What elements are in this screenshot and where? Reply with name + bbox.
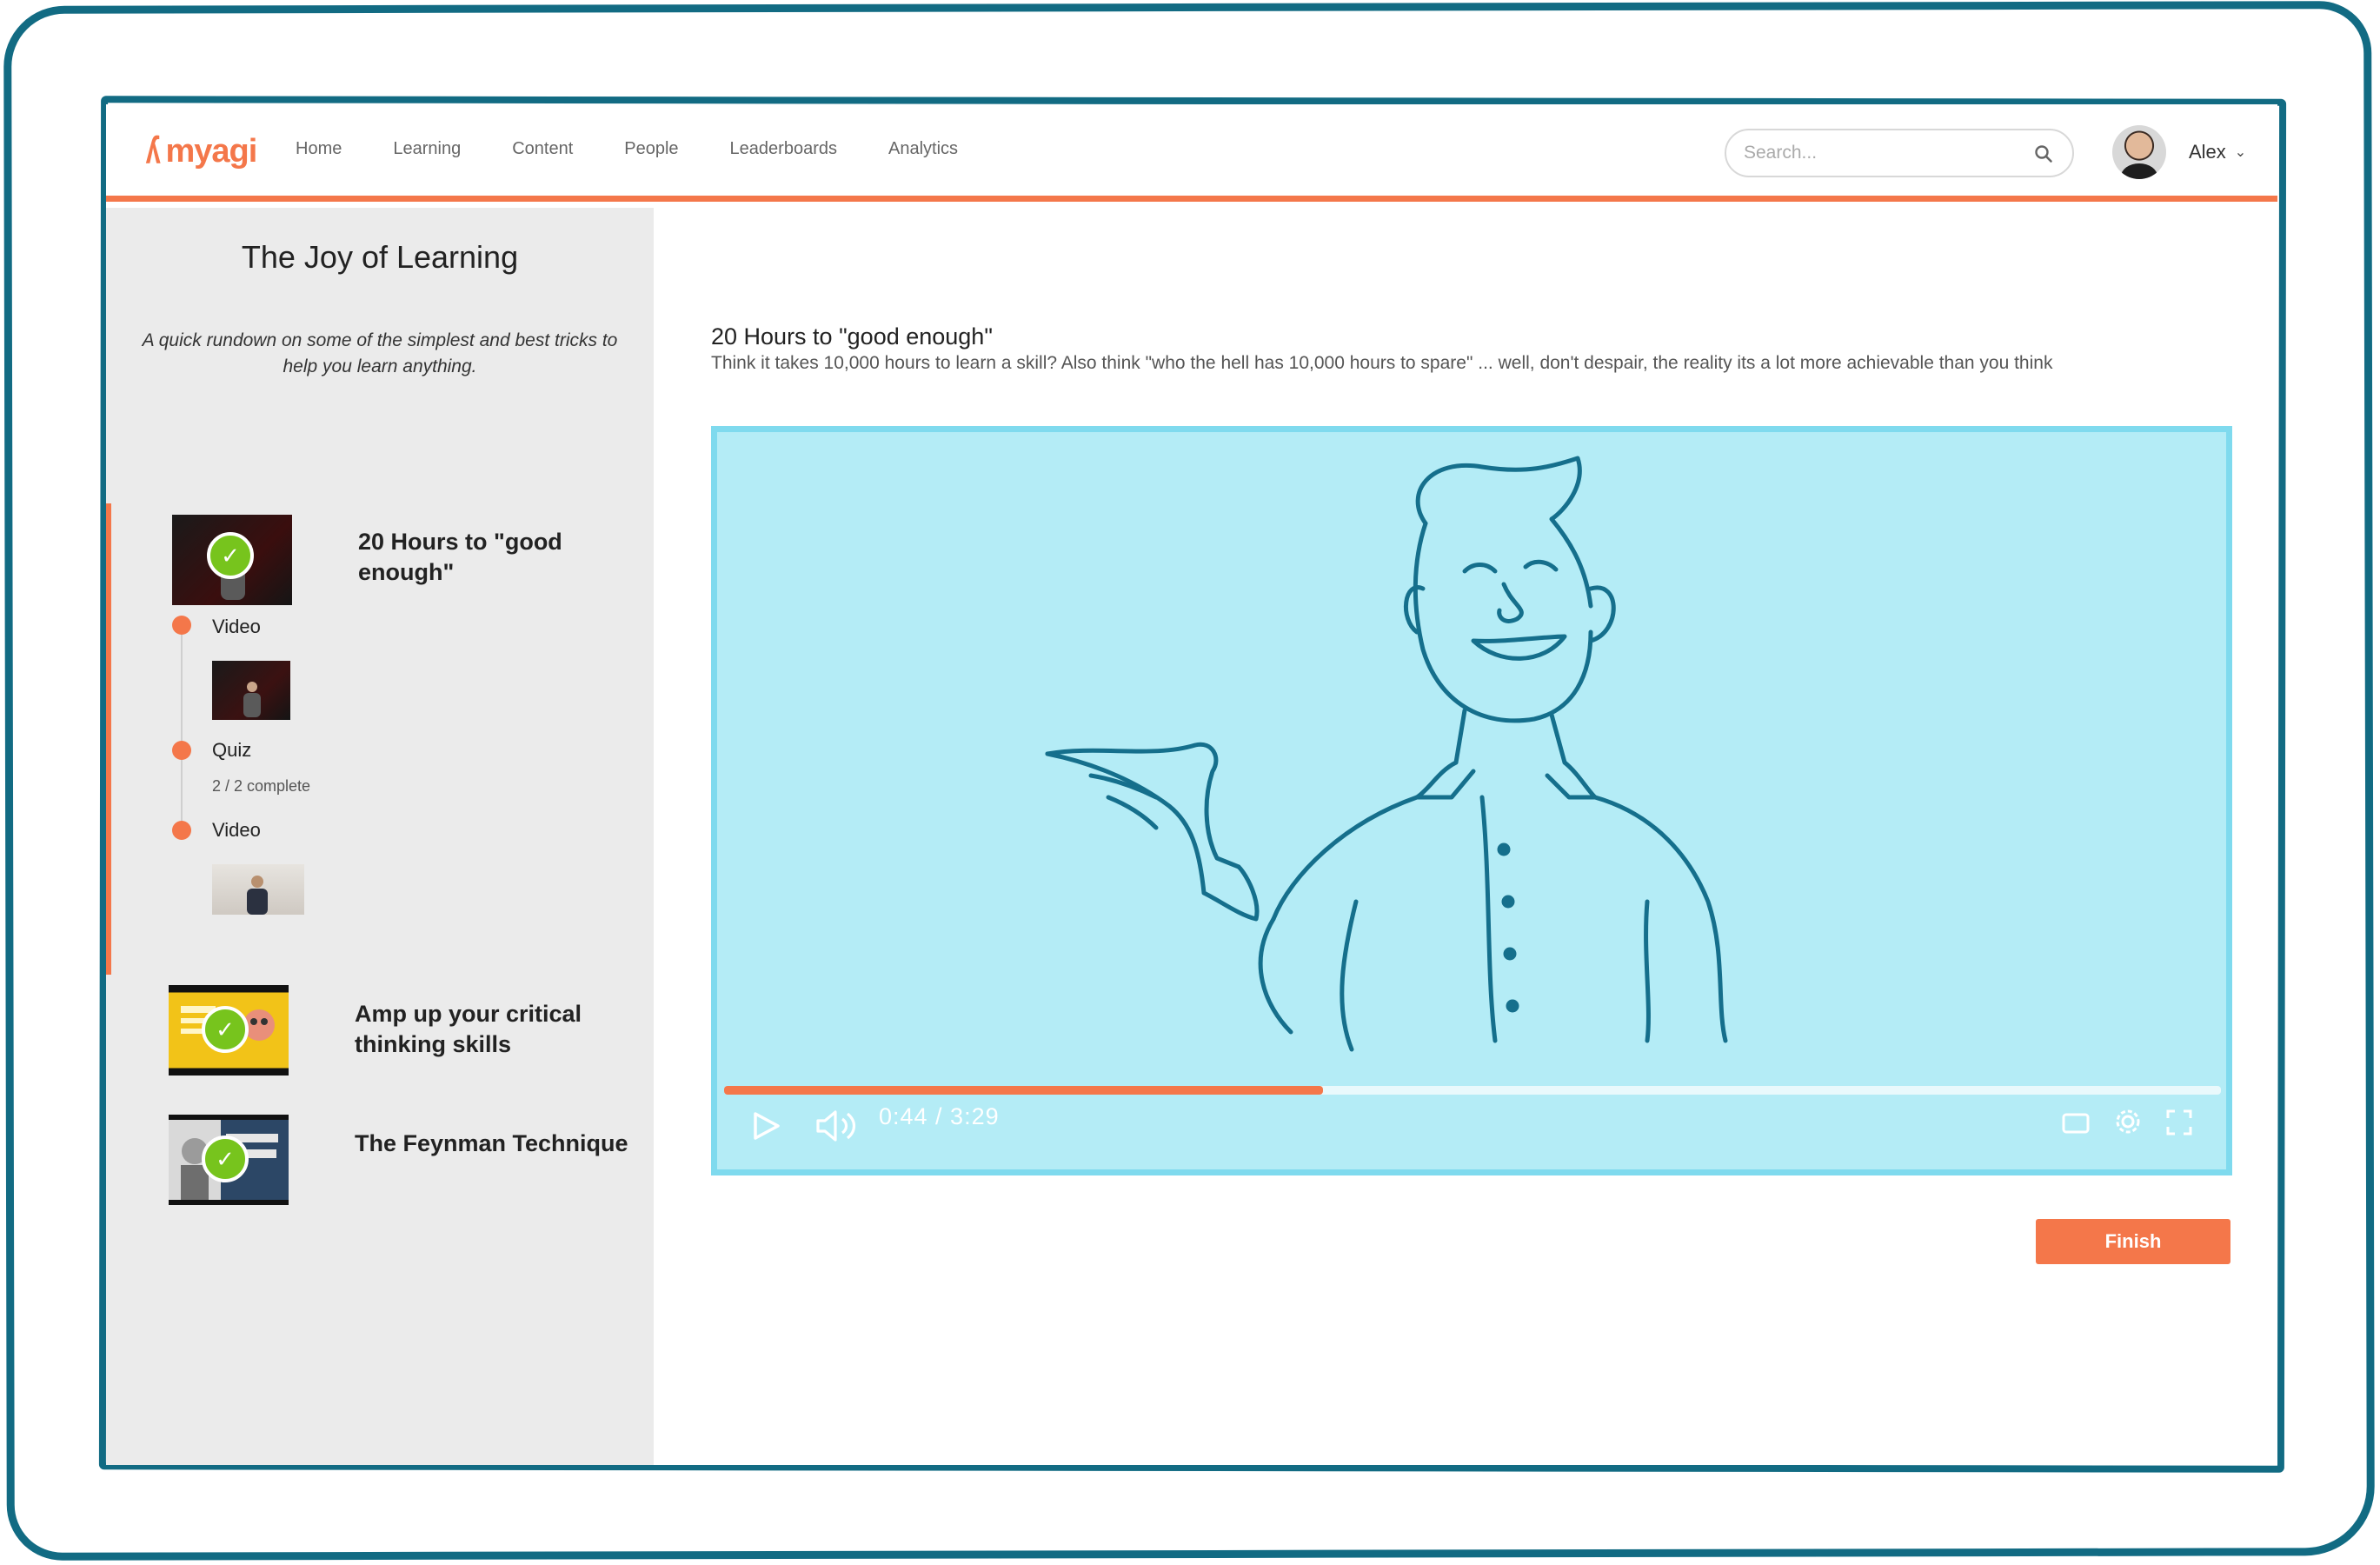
presenter-image-icon <box>247 876 268 915</box>
module-title: 20 Hours to "good enough" <box>358 529 562 585</box>
completed-check-icon: ✓ <box>202 1006 249 1053</box>
nav-item-content[interactable]: Content <box>512 139 573 159</box>
nav-item-learning[interactable]: Learning <box>393 139 461 159</box>
myagi-logo[interactable]: ʎ myagi <box>143 127 258 176</box>
finish-button[interactable]: Finish <box>2036 1219 2230 1264</box>
myagi-logo-icon: ʎ <box>145 130 161 172</box>
video-progress-fill <box>724 1086 1323 1095</box>
course-sidebar: The Joy of Learning A quick rundown on s… <box>106 208 654 1465</box>
module-title: The Feynman Technique <box>355 1130 628 1156</box>
app-window: ʎ myagi Home Learning Content People Lea… <box>106 104 2277 1465</box>
user-name: Alex <box>2189 141 2226 163</box>
completed-check-icon: ✓ <box>202 1135 249 1182</box>
course-description: A quick rundown on some of the simplest … <box>142 330 618 376</box>
search-input[interactable] <box>1744 139 2022 167</box>
speaker-image-icon <box>243 682 261 717</box>
main-nav: Home Learning Content People Leaderboard… <box>296 139 1009 159</box>
step-dot <box>172 616 191 635</box>
user-menu[interactable]: Alex ⌄ <box>2112 123 2246 181</box>
search-box <box>1725 129 2074 177</box>
lesson-title: 20 Hours to "good enough" <box>711 323 993 350</box>
module-title: Amp up your critical thinking skills <box>355 1001 582 1057</box>
lesson-description: Think it takes 10,000 hours to learn a s… <box>711 353 2053 373</box>
logo-text: myagi <box>165 132 257 170</box>
nav-item-home[interactable]: Home <box>296 139 342 159</box>
quiz-progress: 2 / 2 complete <box>212 777 311 795</box>
step-label-video[interactable]: Video <box>212 819 261 842</box>
completed-check-icon: ✓ <box>207 532 254 579</box>
search-icon[interactable] <box>2034 144 2053 163</box>
fullscreen-icon[interactable] <box>2165 1109 2193 1136</box>
step-thumbnail[interactable] <box>212 864 304 915</box>
settings-gear-icon[interactable] <box>2113 1107 2143 1136</box>
step-dot <box>172 741 191 760</box>
step-label-quiz[interactable]: Quiz <box>212 739 251 762</box>
step-label-video[interactable]: Video <box>212 616 261 638</box>
avatar <box>2112 125 2166 179</box>
step-thumbnail[interactable] <box>212 661 290 720</box>
video-time-display: 0:44 / 3:29 <box>879 1103 1000 1129</box>
video-frame-illustration <box>1045 456 1728 1052</box>
chevron-down-icon: ⌄ <box>2234 145 2247 160</box>
active-module-indicator <box>106 503 111 975</box>
course-title: The Joy of Learning <box>241 239 519 275</box>
volume-icon[interactable] <box>814 1109 858 1143</box>
captions-icon[interactable] <box>2061 1110 2091 1136</box>
nav-item-leaderboards[interactable]: Leaderboards <box>730 139 837 159</box>
top-navigation-bar: ʎ myagi Home Learning Content People Lea… <box>106 104 2277 202</box>
timeline-line <box>181 628 183 836</box>
nav-item-analytics[interactable]: Analytics <box>888 139 958 159</box>
step-dot <box>172 821 191 840</box>
play-icon[interactable] <box>748 1109 783 1143</box>
nav-item-people[interactable]: People <box>624 139 678 159</box>
video-player[interactable]: 0:44 / 3:29 <box>711 426 2232 1175</box>
